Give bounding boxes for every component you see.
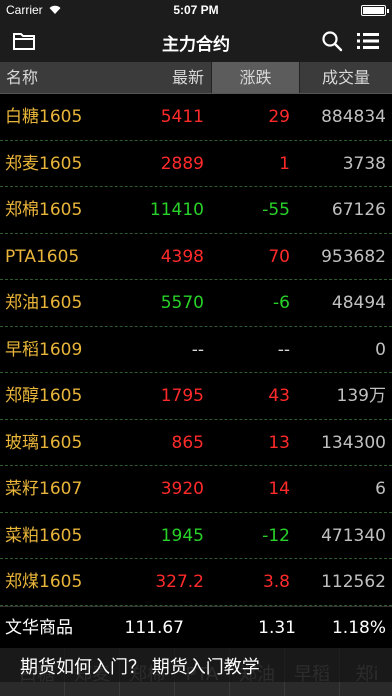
last-price: 1795 xyxy=(160,386,204,406)
quote-row[interactable]: 郑油1605 5570 -6 48494 xyxy=(0,280,392,327)
contract-name: 白糖1605 xyxy=(5,107,83,127)
price-change: -- xyxy=(277,339,290,360)
quote-row[interactable]: 郑煤1605 327.2 3.8 112562 xyxy=(0,559,392,606)
nav-bar: 主力合约 xyxy=(0,20,392,62)
header-volume[interactable]: 成交量 xyxy=(300,62,392,93)
ad-banner[interactable]: 期货如何入门？ 期货入门教学 xyxy=(0,648,392,682)
price-change: 14 xyxy=(268,479,290,499)
quote-row[interactable]: 菜籽1607 3920 14 6 xyxy=(0,466,392,513)
index-summary-bar[interactable]: 文华商品 111.67 1.31 1.18% xyxy=(0,606,392,648)
last-price: 3920 xyxy=(160,479,204,499)
price-change: -12 xyxy=(262,525,290,546)
quote-row[interactable]: 郑麦1605 2889 1 3738 xyxy=(0,141,392,187)
volume: 67126 xyxy=(331,200,386,220)
volume: 3738 xyxy=(342,153,386,174)
last-price: 1945 xyxy=(160,525,204,546)
contract-name: 玻璃1605 xyxy=(5,432,83,453)
contract-name: 郑麦1605 xyxy=(5,153,83,174)
volume: 112562 xyxy=(321,572,386,592)
volume: 134300 xyxy=(321,432,386,453)
volume: 6 xyxy=(375,479,386,499)
last-price: 2889 xyxy=(160,153,204,174)
list-menu-icon[interactable] xyxy=(355,29,381,53)
column-header: 名称 最新 涨跌 成交量 xyxy=(0,62,392,94)
volume: 139万 xyxy=(336,386,386,406)
price-change: 43 xyxy=(268,386,290,406)
contract-name: 郑棉1605 xyxy=(5,200,83,220)
contract-name: 菜籽1607 xyxy=(5,479,83,499)
price-change: 3.8 xyxy=(262,572,290,592)
quote-list: 白糖1605 5411 29 884834 郑麦1605 2889 1 3738… xyxy=(0,94,392,606)
volume: 48494 xyxy=(331,293,386,313)
contract-name: 郑煤1605 xyxy=(5,572,83,592)
volume: 953682 xyxy=(321,246,386,267)
quote-row[interactable]: 菜粕1605 1945 -12 471340 xyxy=(0,513,392,559)
price-change: 29 xyxy=(268,107,290,127)
quote-row[interactable]: 郑棉1605 11410 -55 67126 xyxy=(0,187,392,234)
contract-name: 郑醇1605 xyxy=(5,386,83,406)
price-change: -6 xyxy=(273,293,290,313)
contract-name: PTA1605 xyxy=(5,246,80,267)
quote-row[interactable]: 白糖1605 5411 29 884834 xyxy=(0,94,392,141)
last-price: -- xyxy=(191,339,204,360)
index-value: 111.67 xyxy=(124,618,184,638)
price-change: 1 xyxy=(279,153,290,174)
quote-row[interactable]: PTA1605 4398 70 953682 xyxy=(0,234,392,280)
quote-row[interactable]: 早稻1609 -- -- 0 xyxy=(0,327,392,373)
contract-name: 郑油1605 xyxy=(5,293,83,313)
contract-name: 早稻1609 xyxy=(5,339,83,360)
header-change[interactable]: 涨跌 xyxy=(212,62,299,93)
last-price: 11410 xyxy=(149,200,204,220)
price-change: 70 xyxy=(268,246,290,267)
last-price: 327.2 xyxy=(155,572,204,592)
price-change: 13 xyxy=(268,432,290,453)
price-change: -55 xyxy=(262,200,290,220)
status-time: 5:07 PM xyxy=(173,3,219,17)
index-name: 文华商品 xyxy=(5,618,73,638)
search-icon[interactable] xyxy=(320,29,344,53)
ad-text: 期货如何入门？ 期货入门教学 xyxy=(20,657,260,678)
last-price: 5411 xyxy=(160,107,204,127)
last-price: 865 xyxy=(171,432,204,453)
status-bar: Carrier 5:07 PM xyxy=(0,0,392,20)
battery-icon xyxy=(361,5,389,16)
quote-row[interactable]: 玻璃1605 865 13 134300 xyxy=(0,420,392,466)
header-name[interactable]: 名称 xyxy=(6,62,38,93)
index-change: 1.31 xyxy=(258,618,296,638)
quote-row[interactable]: 郑醇1605 1795 43 139万 xyxy=(0,373,392,420)
volume: 884834 xyxy=(321,107,386,127)
index-percent: 1.18% xyxy=(331,618,386,638)
header-last[interactable]: 最新 xyxy=(120,62,204,93)
contract-name: 菜粕1605 xyxy=(5,525,83,546)
volume: 0 xyxy=(375,339,386,360)
volume: 471340 xyxy=(321,525,386,546)
last-price: 5570 xyxy=(160,293,204,313)
last-price: 4398 xyxy=(160,246,204,267)
